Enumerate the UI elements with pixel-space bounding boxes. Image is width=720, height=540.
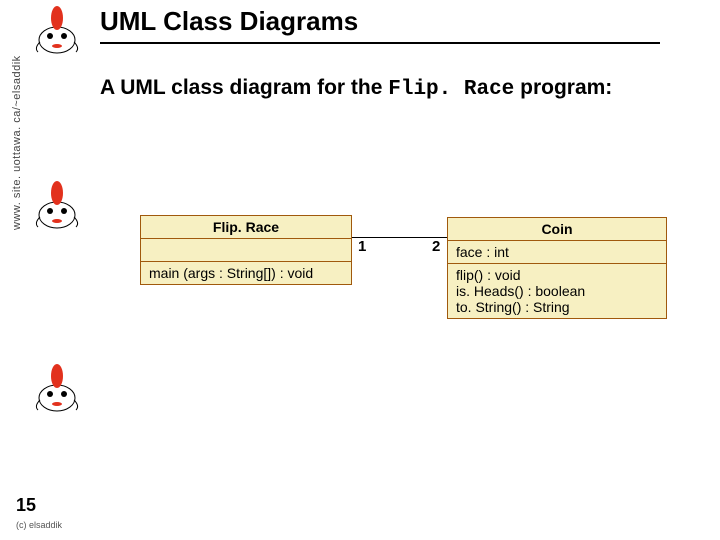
class-method: flip() : void [456, 267, 658, 283]
copyright: (c) elsaddik [16, 520, 62, 530]
class-name: Coin [448, 218, 666, 240]
class-attributes [141, 238, 351, 261]
page-number: 15 [16, 495, 36, 516]
class-method: is. Heads() : boolean [456, 283, 658, 299]
subtitle-prefix: A UML class diagram for the [100, 76, 388, 99]
page-title: UML Class Diagrams [100, 6, 358, 37]
java-mascot-icon [30, 358, 84, 414]
class-attribute: face : int [448, 240, 666, 263]
java-mascot-icon [30, 0, 84, 56]
uml-class-coin: Coin face : int flip() : void is. Heads(… [447, 217, 667, 319]
subtitle-code: Flip. Race [388, 78, 514, 101]
title-wrap: UML Class Diagrams [100, 6, 358, 37]
multiplicity-right: 2 [432, 238, 440, 255]
class-name: Flip. Race [141, 216, 351, 238]
class-methods: flip() : void is. Heads() : boolean to. … [448, 263, 666, 318]
subtitle-suffix: program: [514, 76, 612, 99]
class-method: to. String() : String [456, 299, 658, 315]
class-method: main (args : String[]) : void [141, 261, 351, 284]
sidebar-url: www. site. uottawa. ca/~elsaddik [11, 55, 23, 230]
title-underline [100, 42, 660, 44]
subtitle: A UML class diagram for the Flip. Race p… [100, 76, 612, 101]
uml-class-fliprace: Flip. Race main (args : String[]) : void [140, 215, 352, 285]
slide: UML Class Diagrams www. site. uottawa. c… [0, 0, 720, 540]
java-mascot-icon [30, 175, 84, 231]
multiplicity-left: 1 [358, 238, 366, 255]
